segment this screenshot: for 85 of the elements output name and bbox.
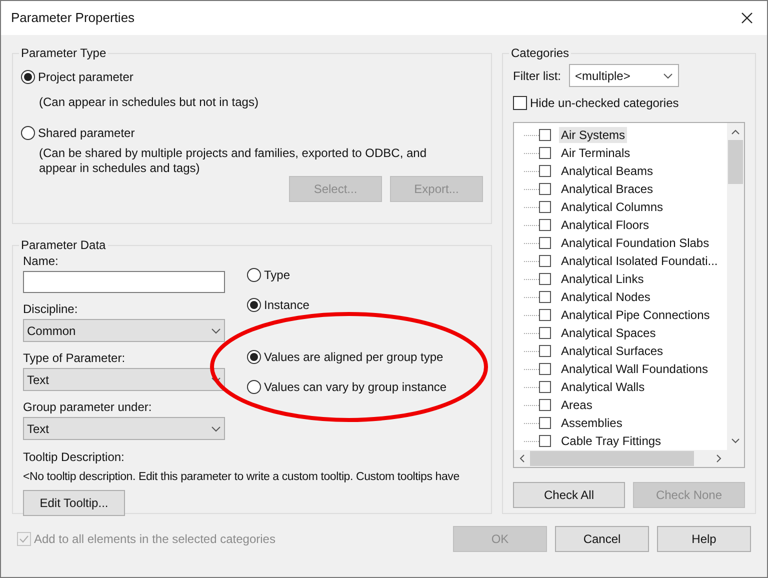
category-item[interactable]: Analytical Nodes xyxy=(559,289,652,305)
category-item[interactable]: Air Systems xyxy=(559,127,628,143)
scrollbar-thumb[interactable] xyxy=(728,140,743,184)
category-item[interactable]: Analytical Surfaces xyxy=(559,343,666,359)
checkbox[interactable] xyxy=(539,129,551,141)
category-item[interactable]: Analytical Beams xyxy=(559,163,656,179)
chevron-up-icon[interactable] xyxy=(731,129,740,135)
checkbox[interactable] xyxy=(539,435,551,447)
window-title: Parameter Properties xyxy=(11,9,135,28)
radio-button[interactable] xyxy=(247,298,261,312)
dropdown[interactable]: Text xyxy=(23,368,225,391)
radio-button[interactable] xyxy=(21,126,35,140)
checkbox[interactable] xyxy=(539,381,551,393)
chevron-down-icon[interactable] xyxy=(731,438,740,444)
checkbox[interactable] xyxy=(539,255,551,267)
checkbox[interactable] xyxy=(539,183,551,195)
category-item[interactable]: Analytical Walls xyxy=(559,379,647,395)
radio-label[interactable]: Shared parameter xyxy=(38,124,135,142)
option-description: (Can appear in schedules but not in tags) xyxy=(38,95,260,110)
chevron-left-icon[interactable] xyxy=(519,454,525,463)
chevron-down-icon xyxy=(663,72,673,78)
field-label: Discipline: xyxy=(23,302,79,316)
checkbox[interactable] xyxy=(539,309,551,321)
field-label: Type of Parameter: xyxy=(23,351,126,365)
category-item[interactable]: Analytical Wall Foundations xyxy=(559,361,710,377)
category-item[interactable]: Cable Tray Fittings xyxy=(559,433,664,449)
group-title: Categories xyxy=(510,45,570,62)
checkbox[interactable] xyxy=(539,327,551,339)
category-item[interactable]: Analytical Pipe Connections xyxy=(559,307,712,323)
chevron-down-icon xyxy=(211,426,221,432)
close-icon[interactable] xyxy=(741,12,753,24)
tooltip-description: <No tooltip description. Edit this parameter to write a custom tooltip. Custom tooltips have xyxy=(23,470,460,484)
checkbox[interactable] xyxy=(539,291,551,303)
radio-label[interactable]: Values are aligned per group type xyxy=(264,348,444,366)
radio-label[interactable]: Project parameter xyxy=(38,68,134,86)
checkbox[interactable] xyxy=(539,201,551,213)
category-item[interactable]: Air Terminals xyxy=(559,145,632,161)
category-item[interactable]: Assemblies xyxy=(559,415,624,431)
category-item[interactable]: Areas xyxy=(559,397,594,413)
checkbox[interactable] xyxy=(539,219,551,231)
group-title: Parameter Data xyxy=(20,237,107,254)
chevron-right-icon[interactable] xyxy=(716,454,722,463)
radio-button[interactable] xyxy=(247,380,261,394)
category-item[interactable]: Analytical Braces xyxy=(559,181,656,197)
radio-label[interactable]: Type xyxy=(264,266,290,284)
category-item[interactable]: Analytical Columns xyxy=(559,199,666,215)
name-input-field[interactable] xyxy=(23,271,225,293)
check-all-button[interactable]: Check All xyxy=(513,482,625,508)
dialog-button[interactable]: Cancel xyxy=(555,526,649,552)
scrollbar-thumb[interactable] xyxy=(530,451,694,466)
option-description: (Can be shared by multiple projects and families, exported to ODBC, and appear in schedules and tags) xyxy=(38,146,428,176)
checkbox[interactable] xyxy=(539,273,551,285)
chevron-down-icon xyxy=(211,376,221,382)
checkbox-label[interactable]: Hide un-checked categories xyxy=(530,94,679,112)
checkbox[interactable] xyxy=(513,96,527,110)
dropdown[interactable]: Common xyxy=(23,319,225,342)
radio-label[interactable]: Instance xyxy=(264,296,310,314)
vertical-scrollbar[interactable] xyxy=(727,123,744,450)
radio-button[interactable] xyxy=(247,268,261,282)
field-label: Tooltip Description: xyxy=(23,450,126,464)
field-label: Group parameter under: xyxy=(23,400,153,414)
horizontal-scrollbar[interactable] xyxy=(514,450,744,467)
checkbox[interactable] xyxy=(539,165,551,177)
radio-button[interactable] xyxy=(247,350,261,364)
radio-label[interactable]: Values can vary by group instance xyxy=(264,378,447,396)
field-label: Name: xyxy=(23,254,60,268)
filter-dropdown[interactable]: <multiple> xyxy=(569,64,679,87)
checkbox[interactable] xyxy=(539,399,551,411)
group-title: Parameter Type xyxy=(20,45,108,62)
checkbox[interactable] xyxy=(539,345,551,357)
category-item[interactable]: Analytical Foundation Slabs xyxy=(559,235,712,251)
checkbox[interactable] xyxy=(539,417,551,429)
category-item[interactable]: Analytical Isolated Foundati... xyxy=(559,253,720,269)
field-label: Filter list: xyxy=(513,68,561,84)
dropdown[interactable]: Text xyxy=(23,417,225,440)
category-item[interactable]: Analytical Spaces xyxy=(559,325,658,341)
checkbox[interactable] xyxy=(539,363,551,375)
chevron-down-icon xyxy=(211,328,221,334)
category-item[interactable]: Analytical Links xyxy=(559,271,646,287)
edit-tooltip-button[interactable]: Edit Tooltip... xyxy=(23,490,125,516)
checkbox[interactable] xyxy=(539,237,551,249)
checkbox[interactable] xyxy=(539,147,551,159)
dialog-button[interactable]: Help xyxy=(657,526,751,552)
radio-button[interactable] xyxy=(21,70,35,84)
category-item[interactable]: Analytical Floors xyxy=(559,217,652,233)
